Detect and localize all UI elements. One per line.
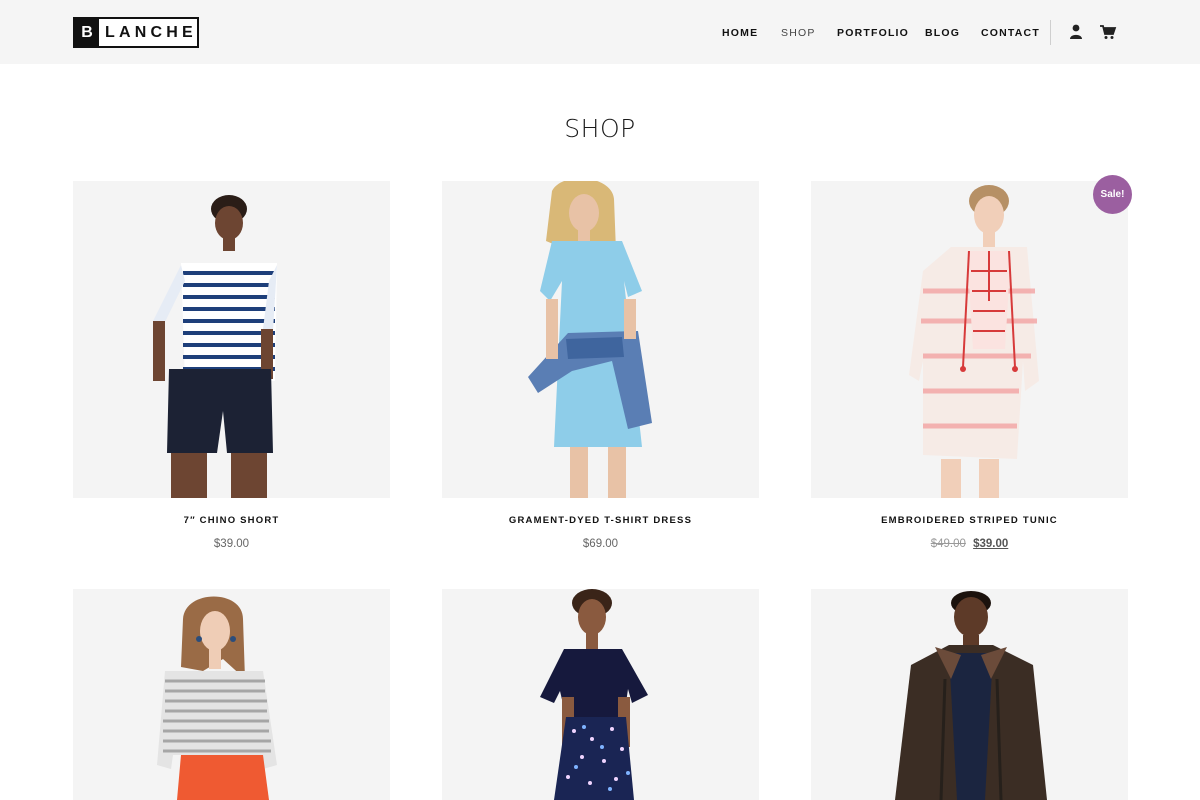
product-image[interactable] (811, 181, 1128, 498)
product-image[interactable] (442, 181, 759, 498)
product-name[interactable]: EMBROIDERED STRIPED TUNIC (811, 515, 1128, 526)
product-card[interactable] (73, 589, 390, 800)
product-card[interactable] (442, 589, 759, 800)
product-image[interactable] (811, 589, 1128, 800)
product-image[interactable] (73, 181, 390, 498)
page-title: SHOP (564, 114, 636, 143)
logo-initial: B (75, 19, 99, 46)
product-card[interactable]: GRAMENT-DYED T-SHIRT DRESS $69.00 (442, 181, 759, 550)
product-price: $69.00 (582, 538, 619, 550)
product-card[interactable]: 7″ CHINO SHORT $39.00 (73, 181, 390, 550)
brand-logo[interactable]: B LANCHE (73, 17, 199, 48)
nav-portfolio[interactable]: PORTFOLIO (837, 27, 909, 39)
product-card[interactable] (811, 589, 1128, 800)
product-name[interactable]: 7″ CHINO SHORT (73, 515, 390, 526)
product-card[interactable]: EMBROIDERED STRIPED TUNIC $49.00 $39.00 (811, 181, 1128, 550)
nav-shop[interactable]: SHOP (781, 27, 816, 39)
product-price: $39.00 (213, 538, 250, 550)
user-icon[interactable] (1068, 23, 1086, 41)
product-image[interactable] (442, 589, 759, 800)
nav-divider (1050, 20, 1051, 45)
product-old-price: $49.00 (930, 538, 966, 550)
product-price: $49.00 $39.00 (811, 538, 1128, 550)
product-sale-price: $39.00 (973, 538, 1009, 550)
sale-badge: Sale! (1093, 175, 1132, 214)
product-name[interactable]: GRAMENT-DYED T-SHIRT DRESS (442, 515, 759, 526)
nav-blog[interactable]: BLOG (925, 27, 960, 39)
site-header: B LANCHE HOME SHOP PORTFOLIO BLOG CONTAC… (0, 0, 1200, 64)
nav-home[interactable]: HOME (722, 27, 758, 39)
nav-contact[interactable]: CONTACT (981, 27, 1040, 39)
product-image[interactable] (73, 589, 390, 800)
cart-icon[interactable] (1099, 23, 1117, 41)
logo-text: LANCHE (105, 23, 197, 41)
